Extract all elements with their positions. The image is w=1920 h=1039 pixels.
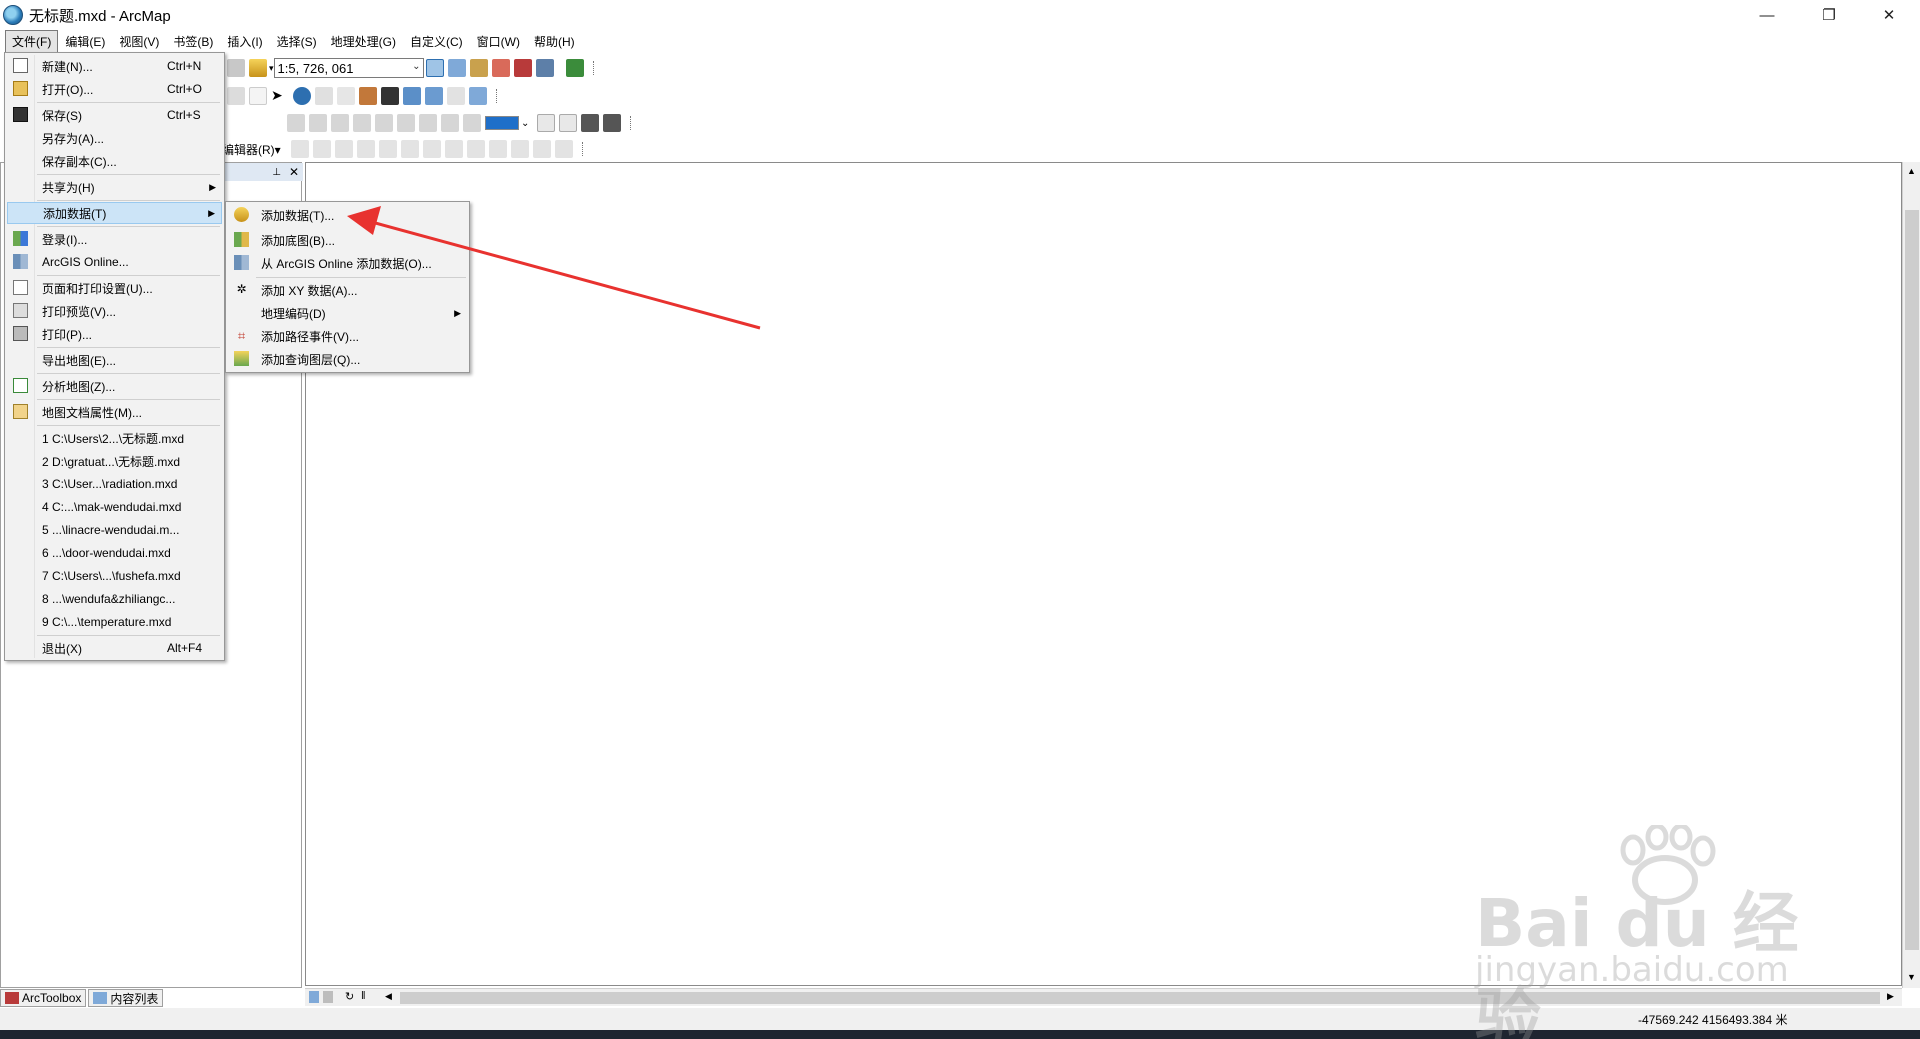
- arcmap-window: 无标题.mxd - ArcMap — ❐ ✕ 文件(F) 编辑(E) 视图(V)…: [0, 0, 1920, 1039]
- annotation-arrow-line: [367, 219, 761, 330]
- annotation-arrow: [347, 206, 761, 330]
- annotation-arrowhead-icon: [347, 206, 381, 235]
